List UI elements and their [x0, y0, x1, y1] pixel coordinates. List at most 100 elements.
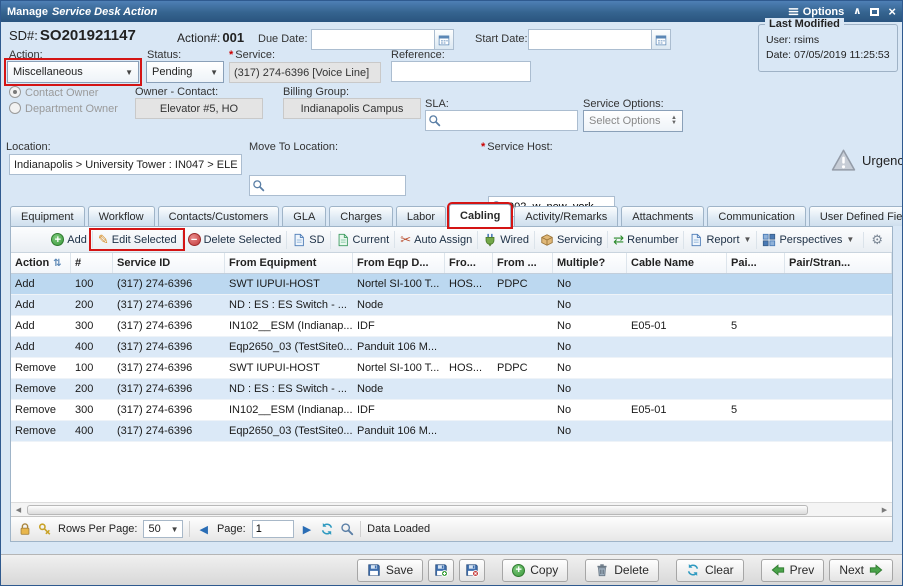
sla-input[interactable]	[425, 110, 578, 131]
table-row[interactable]: Remove300(317) 274-6396IN102__ESM (India…	[11, 400, 892, 421]
table-row[interactable]: Add300(317) 274-6396IN102__ESM (Indianap…	[11, 316, 892, 337]
column-header-pair-stran[interactable]: Pair/Stran...	[785, 253, 892, 273]
horizontal-scrollbar[interactable]: ◀ ▶	[11, 502, 892, 516]
tab-user-defined-fields[interactable]: User Defined Fields	[809, 206, 903, 226]
column-header-[interactable]: #	[71, 253, 113, 273]
department-owner-radio[interactable]: Department Owner	[9, 102, 118, 115]
next-label: Next	[839, 563, 864, 577]
current-button[interactable]: Current	[330, 231, 395, 249]
copy-button[interactable]: + Copy	[502, 559, 568, 582]
table-row[interactable]: Add200(317) 274-6396ND : ES : ES Switch …	[11, 295, 892, 316]
rows-per-page-select[interactable]: 50 ▼	[143, 520, 183, 538]
tab-charges[interactable]: Charges	[329, 206, 393, 226]
servicing-button[interactable]: Servicing	[534, 231, 607, 249]
perspectives-button[interactable]: Perspectives▼	[756, 231, 859, 249]
sla-label: SLA:	[425, 98, 449, 110]
prev-arrow-icon	[771, 563, 785, 577]
grid-body: Add100(317) 274-6396SWT IUPUI-HOSTNortel…	[11, 274, 892, 442]
due-date-field	[311, 29, 454, 50]
column-header-action[interactable]: Action⇅	[11, 253, 71, 273]
scrollbar-thumb[interactable]	[27, 505, 808, 515]
previous-page-button[interactable]: ◀	[196, 523, 210, 536]
tab-gla[interactable]: GLA	[282, 206, 326, 226]
table-cell: SWT IUPUI-HOST	[225, 274, 353, 294]
manage-service-desk-action-window: ManageService Desk Action Options ∧ × SD…	[0, 0, 903, 586]
next-button[interactable]: Next	[829, 559, 893, 582]
collapse-button[interactable]: ∧	[853, 6, 861, 17]
rows-per-page-label: Rows Per Page:	[58, 523, 137, 535]
tab-labor[interactable]: Labor	[396, 206, 446, 226]
popout-button[interactable]	[870, 8, 879, 16]
action-select[interactable]: Miscellaneous ▼	[7, 61, 139, 83]
table-row[interactable]: Remove100(317) 274-6396SWT IUPUI-HOSTNor…	[11, 358, 892, 379]
clear-button[interactable]: Clear	[676, 559, 744, 582]
close-button[interactable]: ×	[888, 4, 896, 19]
column-header-service-id[interactable]: Service ID	[113, 253, 225, 273]
column-header-fro[interactable]: Fro...	[445, 253, 493, 273]
add-button[interactable]: +Add	[46, 231, 92, 248]
radio-selected-icon	[9, 86, 21, 98]
sd-button[interactable]: SD	[286, 231, 329, 249]
page-number-input[interactable]	[252, 520, 294, 538]
grid-header-row: Action⇅#Service IDFrom EquipmentFrom Eqp…	[11, 253, 892, 274]
column-header-from-equipment[interactable]: From Equipment	[225, 253, 353, 273]
table-row[interactable]: Remove400(317) 274-6396Eqp2650_03 (TestS…	[11, 421, 892, 442]
renumber-button[interactable]: ⇄Renumber	[607, 231, 683, 248]
save-and-new-button[interactable]	[428, 559, 454, 582]
refresh-icon[interactable]	[320, 522, 334, 536]
table-row[interactable]: Add100(317) 274-6396SWT IUPUI-HOSTNortel…	[11, 274, 892, 295]
column-header-multiple[interactable]: Multiple?	[553, 253, 627, 273]
tab-attachments[interactable]: Attachments	[621, 206, 704, 226]
table-row[interactable]: Add400(317) 274-6396Eqp2650_03 (TestSite…	[11, 337, 892, 358]
contact-owner-radio[interactable]: Contact Owner	[9, 86, 98, 99]
auto-assign-button[interactable]: ✂Auto Assign	[394, 231, 477, 248]
scroll-right-button[interactable]: ▶	[877, 503, 892, 516]
radio-icon	[9, 102, 21, 114]
search-icon[interactable]	[340, 522, 354, 536]
move-to-location-input[interactable]	[249, 175, 406, 196]
table-cell: Add	[11, 295, 71, 315]
table-row[interactable]: Remove200(317) 274-6396ND : ES : ES Swit…	[11, 379, 892, 400]
table-cell	[493, 400, 553, 420]
save-and-close-button[interactable]	[459, 559, 485, 582]
status-select[interactable]: Pending ▼	[146, 61, 224, 83]
urgency-indicator[interactable]: Urgency	[831, 148, 903, 173]
tab-cabling[interactable]: Cabling	[449, 204, 511, 227]
save-button[interactable]: Save	[357, 559, 423, 582]
action-number-label: Action#:	[177, 31, 220, 45]
prev-button[interactable]: Prev	[761, 559, 825, 582]
tab-communication[interactable]: Communication	[707, 206, 805, 226]
delete-button[interactable]: Delete	[585, 559, 659, 582]
tab-workflow[interactable]: Workflow	[88, 206, 155, 226]
tab-activity-remarks[interactable]: Activity/Remarks	[514, 206, 618, 226]
report-button[interactable]: Report▼	[683, 231, 756, 249]
options-menu-button[interactable]: Options	[788, 6, 845, 18]
reference-input[interactable]	[391, 61, 531, 82]
column-header-cable-name[interactable]: Cable Name	[627, 253, 727, 273]
save-and-close-icon	[465, 563, 479, 577]
scrollbar-track[interactable]	[26, 504, 877, 516]
tab-contacts-customers[interactable]: Contacts/Customers	[158, 206, 280, 226]
wired-button[interactable]: Wired	[477, 231, 534, 249]
table-cell: 300	[71, 400, 113, 420]
column-header-from-eqp-d[interactable]: From Eqp D...	[353, 253, 445, 273]
tab-equipment[interactable]: Equipment	[10, 206, 85, 226]
service-options-select[interactable]: Select Options ▲▼	[583, 110, 683, 132]
settings-gear-icon[interactable]: ⚙	[868, 233, 886, 246]
lock-icon[interactable]	[18, 522, 32, 536]
table-cell	[785, 358, 892, 378]
key-icon[interactable]	[38, 522, 52, 536]
due-date-calendar-button[interactable]	[435, 29, 454, 50]
edit-selected-button[interactable]: ✎Edit Selected	[92, 231, 182, 248]
next-page-button[interactable]: ▶	[300, 523, 314, 536]
start-date-input[interactable]	[528, 29, 652, 50]
start-date-calendar-button[interactable]	[652, 29, 671, 50]
table-cell: Nortel SI-100 T...	[353, 274, 445, 294]
table-cell: ND : ES : ES Switch - ...	[225, 295, 353, 315]
delete-selected-button[interactable]: −Delete Selected	[182, 231, 287, 248]
column-header-pai[interactable]: Pai...	[727, 253, 785, 273]
column-header-from[interactable]: From ...	[493, 253, 553, 273]
due-date-input[interactable]	[311, 29, 435, 50]
scroll-left-button[interactable]: ◀	[11, 503, 26, 516]
sort-icon[interactable]: ⇅	[53, 258, 61, 269]
